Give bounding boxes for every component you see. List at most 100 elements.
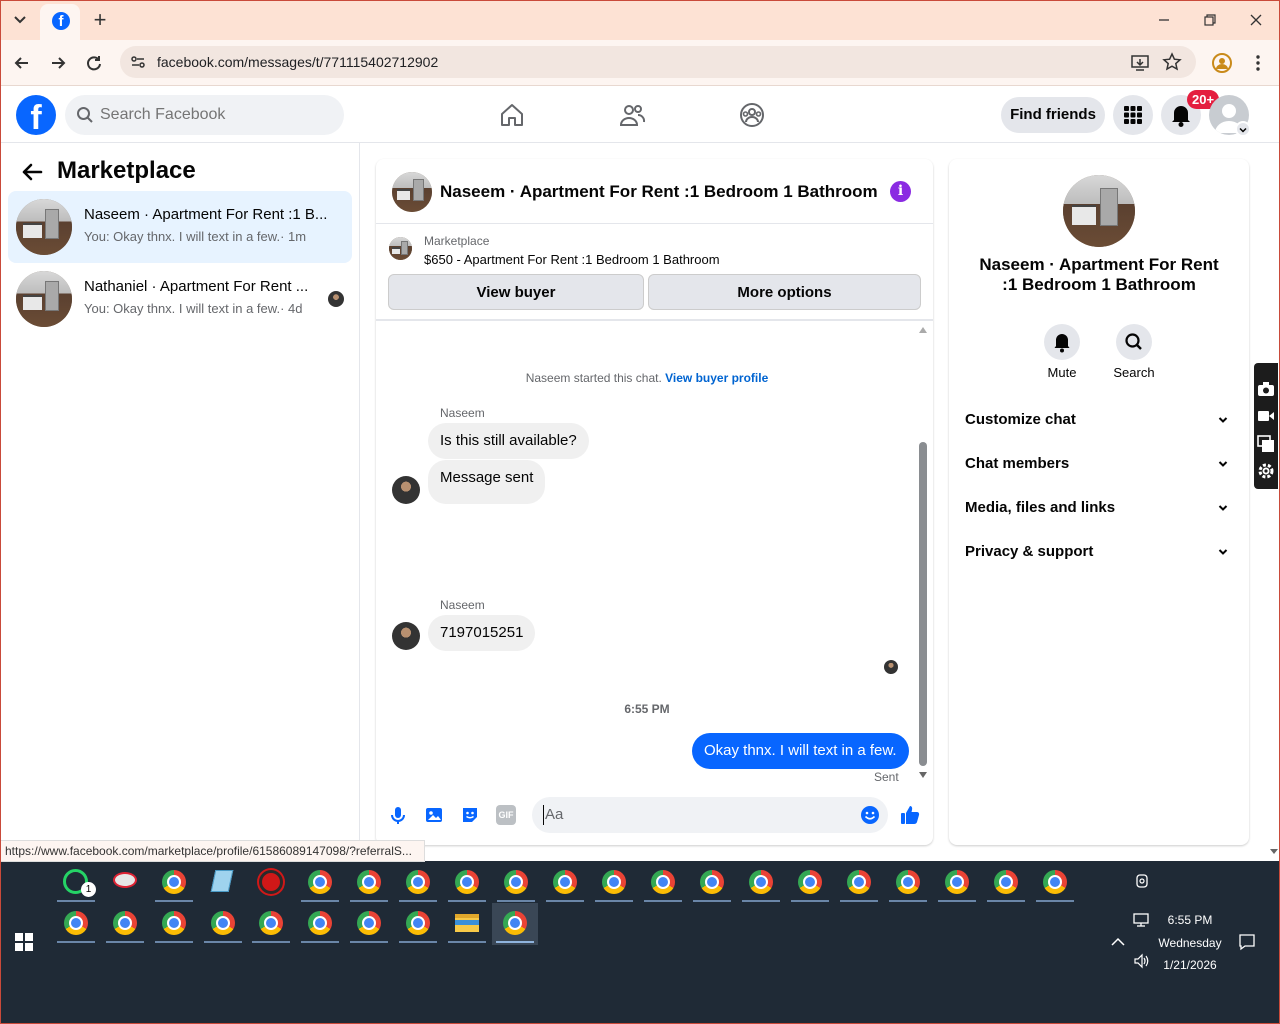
show-hidden-icons-chevron-up-icon[interactable] (1110, 934, 1126, 950)
home-icon[interactable] (498, 101, 526, 129)
minimize-button[interactable] (1148, 4, 1180, 36)
facebook-logo-icon[interactable]: f (16, 95, 56, 135)
chrome-profile-icon[interactable] (102, 903, 148, 945)
back-arrow-icon[interactable] (18, 158, 46, 186)
chrome-profile-icon[interactable] (983, 862, 1029, 904)
message-bubble[interactable]: Message sent (428, 460, 546, 504)
find-friends-button[interactable]: Find friends (1001, 97, 1105, 133)
screens-icon[interactable] (1257, 435, 1275, 453)
chrome-profile-icon[interactable] (934, 862, 980, 904)
chat-scrollbar[interactable] (918, 324, 928, 782)
chrome-profile-icon[interactable] (395, 903, 441, 945)
chrome-profile-icon[interactable] (248, 903, 294, 945)
message-bubble[interactable]: Is this still available? (428, 423, 589, 459)
install-app-icon[interactable] (1130, 53, 1150, 73)
meet-now-icon[interactable] (1134, 873, 1150, 889)
close-window-button[interactable] (1240, 4, 1272, 36)
conversation-item[interactable]: Naseem · Apartment For Rent :1 B... You:… (8, 191, 352, 263)
search-box[interactable] (65, 95, 344, 135)
message-bubble[interactable]: 7197015251 (428, 615, 536, 651)
chrome-profile-icon[interactable] (297, 862, 343, 904)
groups-icon[interactable] (738, 101, 766, 129)
view-buyer-button[interactable]: View buyer (388, 274, 644, 310)
media-files-section[interactable]: Media, files and links (965, 494, 1235, 522)
info-icon[interactable]: i (890, 181, 911, 202)
message-composer[interactable]: Aa (532, 797, 888, 833)
profile-avatar-icon[interactable] (1212, 53, 1232, 73)
chrome-profile-icon[interactable] (346, 903, 392, 945)
thumbs-up-icon[interactable] (899, 804, 921, 826)
chrome-profile-icon[interactable] (200, 903, 246, 945)
chrome-profile-icon[interactable] (395, 862, 441, 904)
chrome-profile-icon[interactable] (542, 862, 588, 904)
tab-search-icon[interactable] (4, 4, 36, 36)
chrome-profile-icon[interactable] (836, 862, 882, 904)
clock-time[interactable]: 6:55 PM (1150, 913, 1230, 927)
action-center-icon[interactable] (1238, 933, 1256, 951)
browser-menu-icon[interactable] (1242, 47, 1274, 79)
view-buyer-profile-link[interactable]: View buyer profile (665, 371, 768, 385)
page-scroll-down-icon[interactable] (1268, 845, 1280, 857)
chrome-profile-icon[interactable] (1032, 862, 1078, 904)
chrome-profile-icon[interactable] (151, 903, 197, 945)
photo-icon[interactable] (424, 805, 444, 825)
chrome-profile-icon[interactable] (151, 862, 197, 904)
chrome-profile-icon[interactable] (444, 862, 490, 904)
gear-icon[interactable] (1257, 462, 1275, 480)
own-message-bubble[interactable]: Okay thnx. I will text in a few. (692, 733, 909, 769)
account-chevron-icon[interactable] (1235, 121, 1251, 137)
conversation-item[interactable]: Nathaniel · Apartment For Rent ... You: … (8, 263, 352, 335)
mute-button[interactable] (1044, 324, 1080, 360)
sender-avatar[interactable] (392, 622, 420, 650)
address-bar[interactable]: facebook.com/messages/t/771115402712902 (120, 46, 1196, 78)
chrome-profile-icon[interactable] (297, 903, 343, 945)
listing-text[interactable]: $650 - Apartment For Rent :1 Bedroom 1 B… (424, 252, 720, 267)
restore-button[interactable] (1194, 4, 1226, 36)
chrome-profile-icon[interactable] (689, 862, 735, 904)
volume-icon[interactable] (1133, 953, 1151, 969)
back-arrow-icon[interactable] (6, 47, 38, 79)
whatsapp-icon[interactable]: 1 (53, 862, 99, 904)
record-icon[interactable] (248, 862, 294, 904)
more-options-button[interactable]: More options (648, 274, 921, 310)
chrome-profile-icon[interactable] (346, 862, 392, 904)
reload-icon[interactable] (78, 47, 110, 79)
snipping-tool-icon[interactable] (102, 862, 148, 904)
search-input[interactable] (100, 95, 330, 135)
file-explorer-icon[interactable] (444, 903, 490, 945)
video-icon[interactable] (1257, 409, 1275, 423)
info-listing-image[interactable] (1063, 175, 1135, 247)
chrome-profile-icon[interactable] (738, 862, 784, 904)
bookmark-star-icon[interactable] (1162, 52, 1182, 72)
site-settings-icon[interactable] (128, 52, 148, 72)
windows-start-icon[interactable] (15, 933, 33, 951)
emoji-icon[interactable] (860, 805, 880, 825)
tab-messenger[interactable]: f (40, 4, 80, 40)
chrome-profile-icon[interactable] (493, 862, 539, 904)
chrome-profile-icon[interactable] (591, 862, 637, 904)
notepad-icon[interactable] (200, 862, 246, 904)
network-icon[interactable] (1133, 912, 1151, 928)
privacy-support-section[interactable]: Privacy & support (965, 538, 1235, 566)
microphone-icon[interactable] (388, 805, 408, 825)
clock-day[interactable]: Wednesday (1150, 936, 1230, 950)
chrome-profile-icon[interactable] (53, 903, 99, 945)
chat-title[interactable]: Naseem · Apartment For Rent :1 Bedroom 1… (440, 182, 878, 202)
gif-icon[interactable]: GIF (496, 805, 516, 825)
search-chat-button[interactable] (1116, 324, 1152, 360)
customize-chat-section[interactable]: Customize chat (965, 406, 1235, 434)
camera-icon[interactable] (1257, 381, 1275, 397)
chat-listing-thumbnail[interactable] (392, 172, 432, 212)
sender-avatar[interactable] (392, 476, 420, 504)
new-tab-button[interactable]: + (84, 4, 116, 36)
clock-date[interactable]: 1/21/2026 (1150, 958, 1230, 972)
chrome-active-icon[interactable] (492, 903, 538, 945)
chat-members-section[interactable]: Chat members (965, 450, 1235, 478)
forward-arrow-icon[interactable] (42, 47, 74, 79)
friends-icon[interactable] (618, 101, 646, 129)
chrome-profile-icon[interactable] (885, 862, 931, 904)
sticker-icon[interactable] (460, 805, 480, 825)
chrome-profile-icon[interactable] (787, 862, 833, 904)
menu-grid-button[interactable] (1113, 95, 1153, 135)
chrome-profile-icon[interactable] (640, 862, 686, 904)
